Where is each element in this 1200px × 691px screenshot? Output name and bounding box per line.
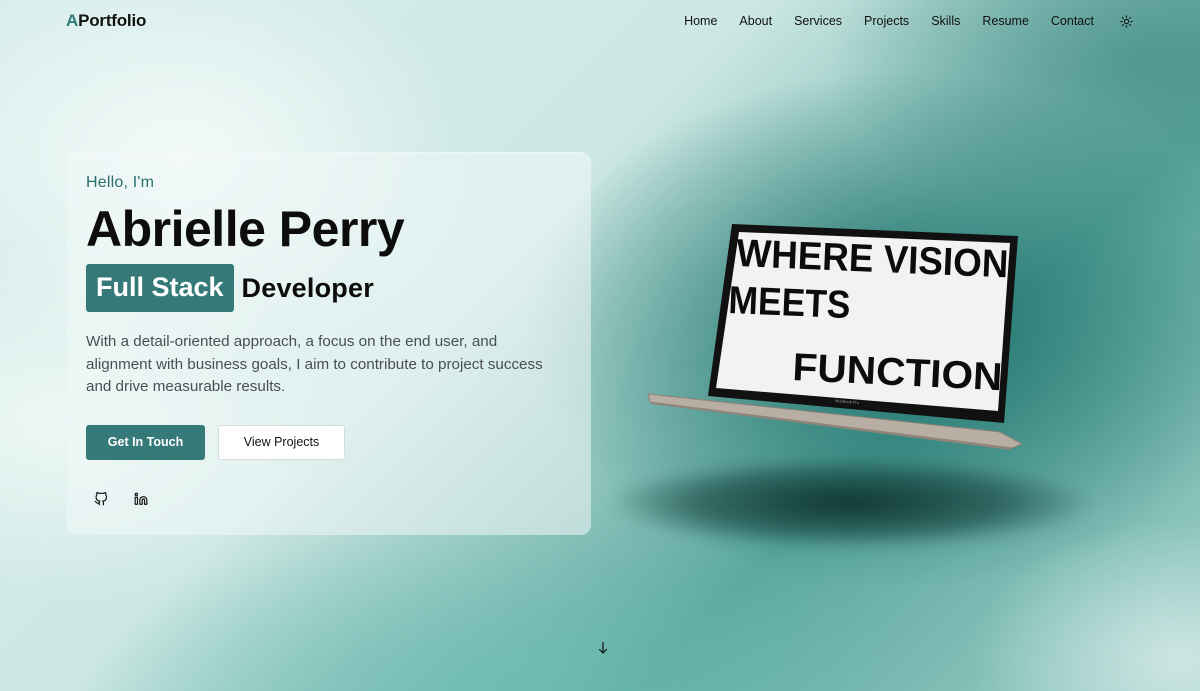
- nav-link-projects[interactable]: Projects: [864, 14, 909, 28]
- nav-link-services[interactable]: Services: [794, 14, 842, 28]
- role-title: Developer: [241, 272, 374, 303]
- linkedin-icon: [134, 492, 148, 505]
- logo[interactable]: APortfolio: [66, 11, 146, 31]
- nav-link-about[interactable]: About: [739, 14, 772, 28]
- hero-buttons: Get In Touch View Projects: [86, 424, 572, 460]
- laptop-shadow: [610, 458, 1090, 548]
- logo-accent: A: [66, 11, 79, 30]
- nav-link-resume[interactable]: Resume: [982, 14, 1029, 28]
- social-links: [86, 491, 572, 506]
- hero-role: Full Stack Developer: [86, 264, 572, 312]
- arrow-down-icon: [598, 641, 608, 654]
- scroll-down-button[interactable]: [597, 641, 609, 655]
- github-icon: [94, 491, 108, 505]
- nav-link-home[interactable]: Home: [684, 14, 717, 28]
- hero-bio: With a detail-oriented approach, a focus…: [86, 333, 543, 395]
- top-nav: APortfolio Home About Services Projects …: [0, 0, 1200, 42]
- nav-link-contact[interactable]: Contact: [1051, 14, 1094, 28]
- hero-greeting: Hello, I'm: [86, 174, 155, 191]
- nav-link-skills[interactable]: Skills: [931, 14, 960, 28]
- hero-card: Hello, I'm Abrielle Perry Full Stack Dev…: [67, 152, 591, 535]
- get-in-touch-button[interactable]: Get In Touch: [86, 424, 205, 460]
- logo-text: Portfolio: [78, 11, 147, 30]
- hero-name: Abrielle Perry: [86, 201, 405, 257]
- sun-icon: [1119, 14, 1133, 28]
- nav-links: Home About Services Projects Skills Resu…: [684, 13, 1134, 29]
- laptop-illustration: WHERE VISION MEETS FUNCTION MacBook Pro: [640, 218, 1040, 458]
- screen-line-2: MEETS: [728, 279, 852, 327]
- role-highlight: Full Stack: [86, 264, 234, 312]
- theme-toggle-button[interactable]: [1118, 13, 1134, 29]
- linkedin-link[interactable]: [134, 492, 148, 506]
- view-projects-button[interactable]: View Projects: [218, 424, 345, 460]
- github-link[interactable]: [94, 491, 108, 506]
- laptop-graphic: WHERE VISION MEETS FUNCTION MacBook Pro: [647, 224, 1024, 450]
